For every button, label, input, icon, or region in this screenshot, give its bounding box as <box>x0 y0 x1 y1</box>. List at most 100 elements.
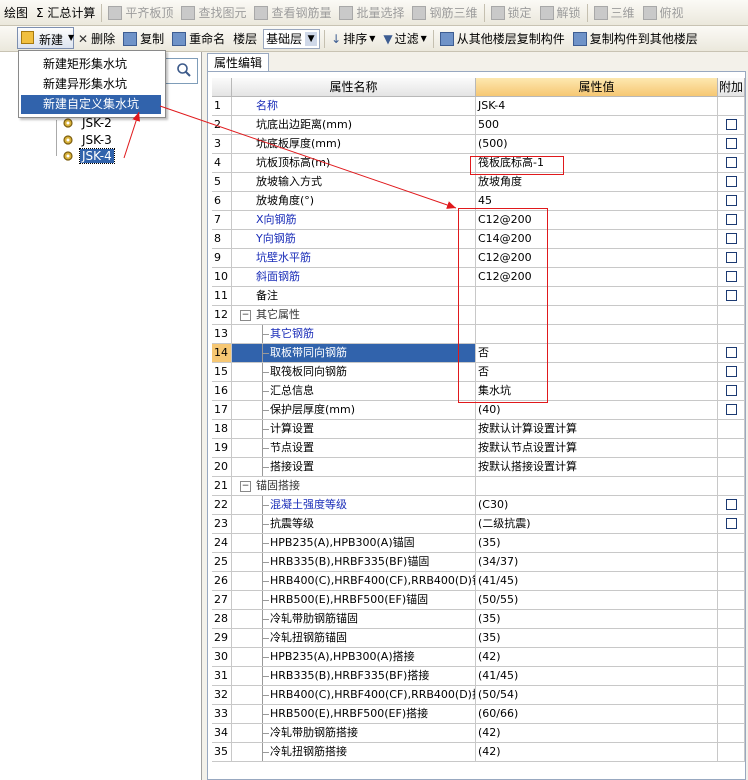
property-value[interactable]: (60/66) <box>476 705 718 724</box>
property-value[interactable]: (二级抗震) <box>476 515 718 534</box>
property-value[interactable]: (34/37) <box>476 553 718 572</box>
property-value[interactable]: (41/45) <box>476 667 718 686</box>
extra-checkbox[interactable] <box>726 157 737 168</box>
property-value[interactable]: 按默认节点设置计算 <box>476 439 718 458</box>
property-value[interactable]: 按默认搭接设置计算 <box>476 458 718 477</box>
property-name: HRB400(C),HRBF400(CF),RRB400(D)搭 <box>232 686 476 705</box>
extra-checkbox[interactable] <box>726 385 737 396</box>
toolbar-button-7[interactable]: 锁定 <box>487 2 536 24</box>
copy-from-floor-button[interactable]: 从其他楼层复制构件 <box>436 28 569 50</box>
floor-select[interactable]: 基础层 ▼ <box>263 28 321 49</box>
row-index: 12 <box>212 306 232 325</box>
extra-checkbox[interactable] <box>726 290 737 301</box>
table-row[interactable]: 29 冷轧扭钢筋锚固 (35) <box>212 629 745 648</box>
collapse-icon[interactable]: − <box>240 481 251 492</box>
dropdown-arrow-icon: ▼ <box>68 33 75 42</box>
menu-item-1[interactable]: 新建异形集水坑 <box>21 75 161 94</box>
copy-button[interactable]: 复制 <box>119 28 168 50</box>
extra-checkbox[interactable] <box>726 518 737 529</box>
extra-checkbox[interactable] <box>726 404 737 415</box>
table-row[interactable]: 28 冷轧带肋钢筋锚固 (35) <box>212 610 745 629</box>
extra-checkbox[interactable] <box>726 176 737 187</box>
property-name: 斜面钢筋 <box>232 268 476 287</box>
table-row[interactable]: 17 保护层厚度(mm) (40) <box>212 401 745 420</box>
table-row[interactable]: 23 抗震等级 (二级抗震) <box>212 515 745 534</box>
tab-property-edit[interactable]: 属性编辑 <box>207 53 269 72</box>
new-button[interactable]: 新建 ▼ <box>17 27 74 49</box>
table-row[interactable]: 19 节点设置 按默认节点设置计算 <box>212 439 745 458</box>
property-value[interactable]: (50/54) <box>476 686 718 705</box>
table-row[interactable]: 35 冷轧扭钢筋搭接 (42) <box>212 743 745 762</box>
delete-button[interactable]: ✕ 删除 <box>74 28 119 50</box>
table-row[interactable]: 26 HRB400(C),HRBF400(CF),RRB400(D)锚 (41/45… <box>212 572 745 591</box>
filter-button[interactable]: ▼ 过滤 ▼ <box>379 28 430 50</box>
extra-checkbox[interactable] <box>726 252 737 263</box>
toolbar-button-1[interactable]: Σ 汇总计算 <box>32 2 99 24</box>
extra-checkbox[interactable] <box>726 271 737 282</box>
extra-cell <box>718 629 745 648</box>
menu-item-2[interactable]: 新建自定义集水坑 <box>21 95 161 114</box>
menu-item-0[interactable]: 新建矩形集水坑 <box>21 55 161 74</box>
tree-item[interactable]: JSK-4 <box>62 148 115 164</box>
header-extra: 附加 <box>718 78 745 97</box>
rename-button[interactable]: 重命名 <box>168 28 229 50</box>
table-row[interactable]: 3 坑底板厚度(mm) (500) <box>212 135 745 154</box>
row-index: 3 <box>212 135 232 154</box>
toolbar-button-6[interactable]: 钢筋三维 <box>408 2 481 24</box>
toolbar-button-9[interactable]: 三维 <box>590 2 639 24</box>
table-row[interactable]: 1 名称 JSK-4 <box>212 97 745 116</box>
property-value[interactable]: (500) <box>476 135 718 154</box>
table-row[interactable]: 31 HRB335(B),HRBF335(BF)搭接 (41/45) <box>212 667 745 686</box>
tree-item[interactable]: JSK-3 <box>62 132 114 148</box>
extra-checkbox[interactable] <box>726 499 737 510</box>
property-value[interactable]: (42) <box>476 724 718 743</box>
extra-checkbox[interactable] <box>726 195 737 206</box>
table-row[interactable]: 34 冷轧带肋钢筋搭接 (42) <box>212 724 745 743</box>
property-value[interactable]: (41/45) <box>476 572 718 591</box>
toolbar-button-5[interactable]: 批量选择 <box>335 2 408 24</box>
property-value[interactable]: (40) <box>476 401 718 420</box>
row-index: 18 <box>212 420 232 439</box>
table-row[interactable]: 20 搭接设置 按默认搭接设置计算 <box>212 458 745 477</box>
property-value[interactable]: (C30) <box>476 496 718 515</box>
toolbar-button-10[interactable]: 俯视 <box>639 2 688 24</box>
property-value[interactable]: JSK-4 <box>476 97 718 116</box>
extra-checkbox[interactable] <box>726 214 737 225</box>
collapse-icon[interactable]: − <box>240 310 251 321</box>
sort-button[interactable]: ↓ 排序 ▼ <box>327 28 379 50</box>
table-row[interactable]: 22 混凝土强度等级 (C30) <box>212 496 745 515</box>
extra-checkbox[interactable] <box>726 233 737 244</box>
property-value[interactable]: (42) <box>476 648 718 667</box>
table-row[interactable]: 5 放坡输入方式 放坡角度 <box>212 173 745 192</box>
extra-checkbox[interactable] <box>726 366 737 377</box>
table-row[interactable]: 27 HRB500(E),HRBF500(EF)锚固 (50/55) <box>212 591 745 610</box>
row-index: 17 <box>212 401 232 420</box>
extra-checkbox[interactable] <box>726 347 737 358</box>
property-value[interactable]: 500 <box>476 116 718 135</box>
table-row[interactable]: 33 HRB500(E),HRBF500(EF)搭接 (60/66) <box>212 705 745 724</box>
table-row[interactable]: 18 计算设置 按默认计算设置计算 <box>212 420 745 439</box>
toolbar-button-4[interactable]: 查看钢筋量 <box>250 2 335 24</box>
property-value[interactable]: (50/55) <box>476 591 718 610</box>
table-row[interactable]: 30 HPB235(A),HPB300(A)搭接 (42) <box>212 648 745 667</box>
property-value[interactable]: 放坡角度 <box>476 173 718 192</box>
property-value[interactable]: (35) <box>476 610 718 629</box>
property-value[interactable]: (35) <box>476 534 718 553</box>
property-value[interactable]: (35) <box>476 629 718 648</box>
property-value[interactable] <box>476 477 718 496</box>
property-value[interactable]: 按默认计算设置计算 <box>476 420 718 439</box>
extra-checkbox[interactable] <box>726 138 737 149</box>
copy-to-floor-button[interactable]: 复制构件到其他楼层 <box>569 28 702 50</box>
toolbar-button-2[interactable]: 平齐板顶 <box>104 2 177 24</box>
table-row[interactable]: 25 HRB335(B),HRBF335(BF)锚固 (34/37) <box>212 553 745 572</box>
property-value[interactable]: (42) <box>476 743 718 762</box>
extra-checkbox[interactable] <box>726 119 737 130</box>
table-row[interactable]: 24 HPB235(A),HPB300(A)锚固 (35) <box>212 534 745 553</box>
table-row[interactable]: 21− 锚固搭接 <box>212 477 745 496</box>
toolbar-button-0[interactable]: 绘图 <box>0 2 32 24</box>
extra-cell <box>718 154 745 173</box>
toolbar-button-8[interactable]: 解锁 <box>536 2 585 24</box>
toolbar-button-3[interactable]: 查找图元 <box>177 2 250 24</box>
table-row[interactable]: 32 HRB400(C),HRBF400(CF),RRB400(D)搭 (50/54… <box>212 686 745 705</box>
table-row[interactable]: 2 坑底出边距离(mm) 500 <box>212 116 745 135</box>
